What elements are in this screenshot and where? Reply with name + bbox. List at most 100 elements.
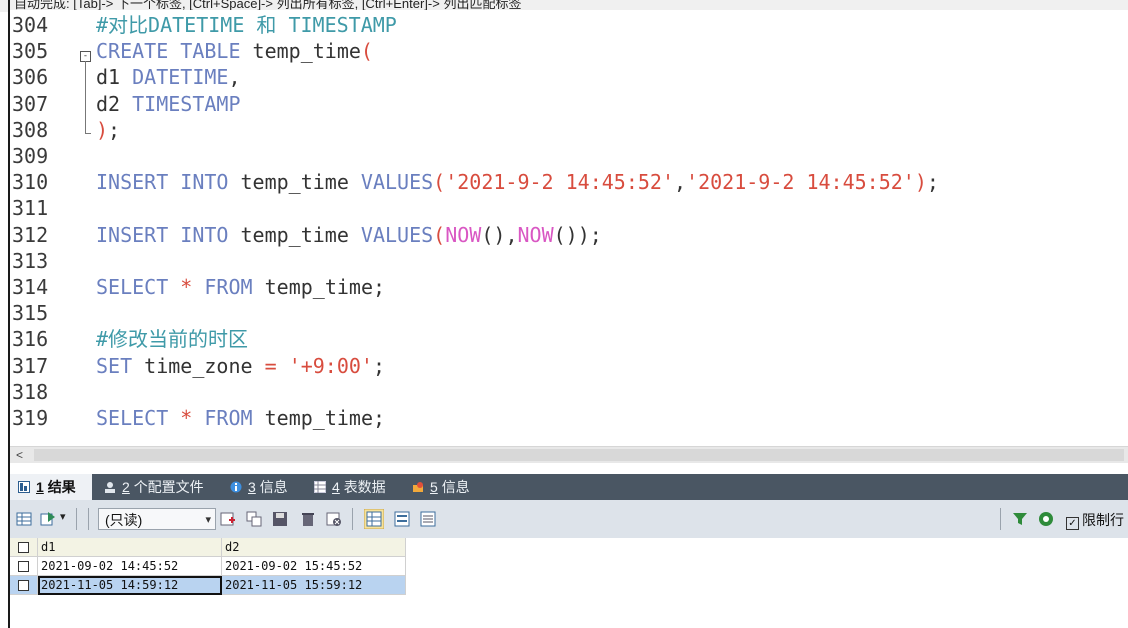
tab-results-number: 1: [36, 479, 44, 495]
table-cell-focused[interactable]: 2021-11-05 14:59:12: [38, 576, 222, 595]
code-token: ;: [589, 222, 602, 247]
code-line[interactable]: 313: [10, 248, 1128, 274]
code-text: INSERT INTO temp_time VALUES('2021-9-2 1…: [96, 169, 939, 195]
line-number: 314: [12, 275, 49, 299]
line-number: 305: [12, 39, 49, 64]
code-line[interactable]: 305 CREATE TABLE temp_time(: [10, 38, 1128, 64]
code-line[interactable]: 309: [10, 143, 1128, 169]
grid-mode-icon[interactable]: [364, 509, 384, 529]
line-number: 317: [12, 353, 49, 378]
result-tabs: 1 结果 2 个配置文件 3 信息 4 表数据 5 信息: [10, 474, 1128, 500]
tab-info-2-label: 信息: [441, 479, 470, 495]
code-line[interactable]: 311: [10, 195, 1128, 221]
code-token: *: [180, 406, 205, 430]
row-selector[interactable]: [10, 576, 38, 595]
tab-table-data-label: 表数据: [343, 479, 386, 495]
code-token: ()): [553, 222, 590, 247]
code-text: SELECT * FROM temp_time;: [96, 274, 385, 300]
checkbox-icon[interactable]: [18, 580, 29, 591]
limit-rows-checkbox[interactable]: ✓ 限制行: [1066, 510, 1124, 530]
text-mode-icon[interactable]: [420, 511, 436, 527]
code-token: INSERT INTO: [96, 170, 241, 195]
table-cell[interactable]: 2021-09-02 15:45:52: [222, 557, 406, 576]
filter-icon[interactable]: [1012, 511, 1028, 527]
code-text: SET time_zone = '+9:00';: [96, 353, 385, 379]
code-token: SET: [96, 353, 145, 378]
code-token: DATETIME: [132, 65, 229, 90]
table-cell[interactable]: 2021-09-02 14:45:52: [38, 557, 222, 576]
fold-guide-line: [85, 61, 86, 133]
code-token: #修改当前的时区: [96, 327, 249, 352]
checkbox-icon[interactable]: ✓: [1066, 517, 1079, 530]
line-number: 304: [12, 13, 49, 37]
code-token: ;: [372, 275, 386, 299]
line-number: 308: [12, 117, 49, 142]
code-line[interactable]: 306 d1 DATETIME,: [10, 64, 1128, 90]
code-token: (: [360, 39, 373, 64]
readonly-select[interactable]: (只读) ▾: [98, 508, 216, 530]
code-token: INSERT INTO: [96, 222, 241, 247]
code-line[interactable]: 316 #修改当前的时区: [10, 326, 1128, 352]
result-grid[interactable]: d1 d2 2021-09-02 14:45:52 2021-09-02 15:…: [10, 538, 1128, 628]
tab-info-2[interactable]: 5 信息: [404, 474, 480, 500]
code-line[interactable]: 307 d2 TIMESTAMP: [10, 91, 1128, 117]
tab-profiles[interactable]: 2 个配置文件: [96, 474, 216, 500]
code-token: ;: [108, 117, 121, 142]
refresh-icon[interactable]: [1038, 511, 1054, 527]
line-number: 316: [12, 327, 49, 352]
code-line[interactable]: 317 SET time_zone = '+9:00';: [10, 353, 1128, 379]
code-token: =: [264, 353, 289, 378]
code-text: #对比DATETIME 和 TIMESTAMP: [96, 12, 397, 38]
tab-table-data[interactable]: 4 表数据: [306, 474, 398, 500]
toolbar-separator: [88, 508, 89, 530]
sql-editor[interactable]: 304 #对比DATETIME 和 TIMESTAMP 305 CREATE TABL…: [10, 10, 1128, 446]
code-line[interactable]: 304 #对比DATETIME 和 TIMESTAMP: [10, 12, 1128, 38]
scroll-left-icon[interactable]: <: [16, 447, 23, 463]
form-mode-icon[interactable]: [394, 511, 410, 527]
table-cell[interactable]: 2021-11-05 15:59:12: [222, 576, 406, 595]
tab-results[interactable]: 1 结果: [10, 474, 92, 500]
checkbox-icon[interactable]: [18, 561, 29, 572]
code-line[interactable]: 315: [10, 300, 1128, 326]
code-line[interactable]: 314 SELECT * FROM temp_time;: [10, 274, 1128, 300]
code-line[interactable]: 312 INSERT INTO temp_time VALUES(NOW(),NO…: [10, 222, 1128, 248]
table-data-icon: [314, 481, 326, 493]
cancel-changes-icon[interactable]: [326, 511, 342, 527]
delete-icon[interactable]: [300, 511, 316, 527]
code-line[interactable]: 308);: [10, 117, 1128, 143]
code-text: d1 DATETIME,: [96, 64, 241, 90]
tab-profiles-label: 个配置文件: [133, 479, 204, 495]
export-dropdown-icon[interactable]: ▾: [60, 510, 66, 523]
code-token: temp_time: [252, 39, 361, 64]
code-text: CREATE TABLE temp_time(: [96, 38, 373, 64]
code-line[interactable]: 310 INSERT INTO temp_time VALUES('2021-9-…: [10, 169, 1128, 195]
code-text: INSERT INTO temp_time VALUES(NOW(),NOW()…: [96, 222, 602, 248]
scrollbar-thumb[interactable]: [34, 449, 1124, 461]
code-line[interactable]: 319 SELECT * FROM temp_time;: [10, 405, 1128, 431]
select-all-checkbox[interactable]: [10, 538, 38, 557]
code-token: temp_time: [264, 406, 373, 430]
add-row-icon[interactable]: [220, 511, 236, 527]
tab-table-data-number: 4: [332, 479, 340, 495]
code-line[interactable]: 318: [10, 379, 1128, 405]
code-token: FROM: [204, 406, 265, 430]
toolbar-separator: [76, 508, 77, 530]
grid-view-icon[interactable]: [16, 511, 32, 527]
column-header-d2[interactable]: d2: [222, 538, 406, 557]
column-header-d1[interactable]: d1: [38, 538, 222, 557]
duplicate-row-icon[interactable]: [246, 511, 262, 527]
code-token: TIMESTAMP: [132, 91, 241, 116]
code-token: temp_time: [240, 222, 361, 247]
tab-info-2-number: 5: [430, 479, 438, 495]
row-selector[interactable]: [10, 557, 38, 576]
code-token: VALUES: [360, 222, 434, 247]
checkbox-icon[interactable]: [18, 542, 29, 553]
horizontal-scrollbar[interactable]: <: [10, 446, 1128, 463]
save-icon[interactable]: [272, 511, 288, 527]
tab-info-label: 信息: [259, 479, 288, 495]
fold-guide-end: [85, 133, 91, 134]
tab-info[interactable]: 3 信息: [222, 474, 302, 500]
result-grid-icon: [18, 481, 30, 493]
readonly-select-value: (只读): [105, 512, 143, 528]
export-icon[interactable]: [40, 511, 56, 527]
